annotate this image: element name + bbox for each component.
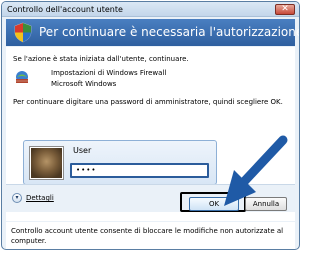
details-label[interactable]: Dettagli <box>26 194 54 202</box>
banner: Per continuare è necessaria l'autorizzaz… <box>6 19 299 46</box>
credential-tile: User •••• <box>23 140 217 185</box>
user-picture <box>31 148 62 178</box>
cancel-button[interactable]: Annulla <box>245 197 287 211</box>
shield-icon <box>14 22 32 43</box>
chevron-down-icon: ▾ <box>15 194 19 201</box>
uac-dialog: Controllo dell'account utente ✕ Per cont… <box>1 1 300 250</box>
window-title: Controllo dell'account utente <box>7 5 123 14</box>
footer-text: Controllo account utente consente di blo… <box>11 227 284 245</box>
intro-text: Se l'azione è stata iniziata dall'utente… <box>13 55 189 63</box>
program-name: Impostazioni di Windows Firewall <box>51 69 167 77</box>
program-publisher: Microsoft Windows <box>51 80 117 88</box>
firewall-icon <box>16 71 28 83</box>
password-field[interactable]: •••• <box>70 163 209 178</box>
title-bar: Controllo dell'account utente ✕ <box>2 2 299 17</box>
user-name: User <box>73 146 92 155</box>
avatar <box>29 146 64 180</box>
instruction-text: Per continuare digitare una password di … <box>13 98 283 106</box>
ok-button[interactable]: OK <box>189 197 239 211</box>
button-bar: ▾ Dettagli OK Annulla <box>6 184 295 212</box>
banner-heading: Per continuare è necessaria l'autorizzaz… <box>39 25 300 39</box>
details-toggle-button[interactable]: ▾ <box>12 193 22 203</box>
close-button[interactable]: ✕ <box>275 4 295 15</box>
footer: Controllo account utente consente di blo… <box>6 222 295 249</box>
